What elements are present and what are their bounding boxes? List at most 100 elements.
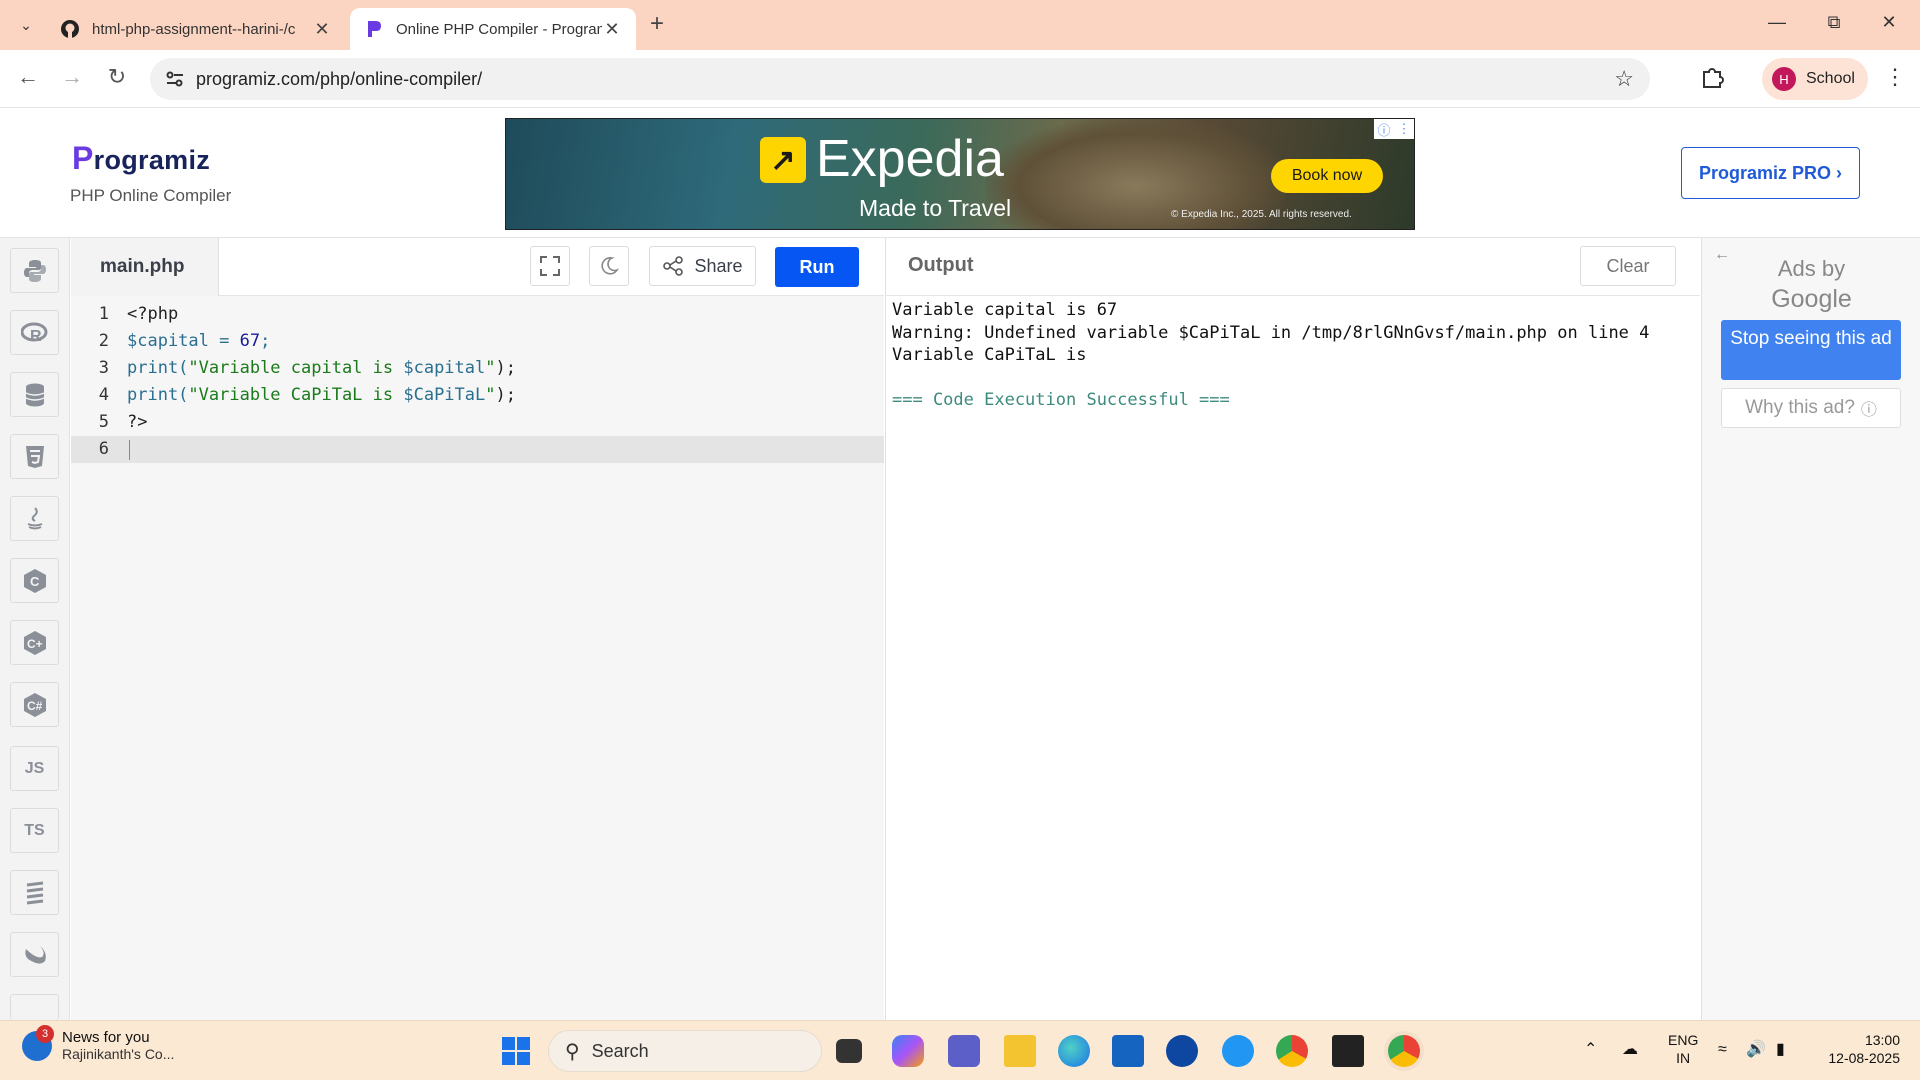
code-line[interactable]: 3 print("Variable capital is $capital"); xyxy=(71,355,884,382)
volume-icon[interactable]: 🔊 xyxy=(1746,1041,1766,1059)
text-caret xyxy=(129,440,130,460)
share-button[interactable]: Share xyxy=(649,246,756,286)
c-icon[interactable]: C xyxy=(10,558,59,603)
sql-database-icon[interactable] xyxy=(10,372,59,417)
svg-text:R: R xyxy=(30,328,42,344)
ad-choices[interactable]: ⓘ ⋮ xyxy=(1374,119,1414,139)
copilot-icon[interactable] xyxy=(892,1035,924,1067)
side-ad-panel: ← Ads by Google Stop seeing this ad Why … xyxy=(1701,238,1920,1020)
tab-title: html-php-assignment--harini-/c xyxy=(92,20,296,38)
svg-text:C+: C+ xyxy=(27,637,43,651)
chrome-profile-active-icon[interactable] xyxy=(1388,1035,1420,1067)
hp-icon[interactable] xyxy=(1166,1035,1198,1067)
code-line[interactable]: 6 xyxy=(71,436,884,463)
file-tab-main-php[interactable]: main.php xyxy=(71,238,219,296)
microsoft-store-icon[interactable] xyxy=(1112,1035,1144,1067)
dark-mode-moon-icon[interactable] xyxy=(589,246,629,286)
bookmark-star-icon[interactable]: ☆ xyxy=(1614,66,1634,92)
teams-icon[interactable] xyxy=(948,1035,980,1067)
windows-start-icon[interactable] xyxy=(500,1035,532,1067)
code-text: <?php xyxy=(127,301,178,328)
kotlin-icon[interactable] xyxy=(10,994,59,1020)
forward-arrow-icon[interactable]: → xyxy=(56,64,88,90)
output-title: Output xyxy=(908,254,974,276)
programiz-favicon-icon xyxy=(364,19,384,39)
github-icon xyxy=(60,19,80,39)
close-window-icon[interactable]: ✕ xyxy=(1866,12,1912,33)
close-tab-icon[interactable]: ✕ xyxy=(312,19,332,40)
ad-brand: Expedia xyxy=(816,130,1004,188)
info-icon: ⓘ xyxy=(1860,402,1877,419)
browser-tab-strip: ⌄ html-php-assignment--harini-/c ✕ Onlin… xyxy=(0,0,1920,50)
back-arrow-icon[interactable]: ← xyxy=(12,64,44,90)
rail-item-ts[interactable]: TS xyxy=(10,808,59,853)
code-line[interactable]: 1 <?php xyxy=(71,301,884,328)
go-icon[interactable] xyxy=(10,870,59,915)
language-indicator[interactable]: ENG IN xyxy=(1668,1031,1698,1067)
banner-ad[interactable]: ↗ Expedia Made to Travel Book now © Expe… xyxy=(505,118,1415,230)
code-line[interactable]: 2 $capital = 67; xyxy=(71,328,884,355)
clear-output-button[interactable]: Clear xyxy=(1580,246,1676,286)
reload-icon[interactable]: ↻ xyxy=(101,64,133,90)
programiz-pro-button[interactable]: Programiz PRO › xyxy=(1681,147,1860,199)
html5-icon[interactable] xyxy=(10,434,59,479)
fullscreen-icon[interactable] xyxy=(530,246,570,286)
wifi-icon[interactable]: ≈ xyxy=(1718,1041,1727,1059)
sticky-notes-icon[interactable] xyxy=(1332,1035,1364,1067)
support-assistant-icon[interactable] xyxy=(1222,1035,1254,1067)
restore-window-icon[interactable]: ⧉ xyxy=(1811,12,1857,33)
browser-menu-icon[interactable]: ⋮ xyxy=(1884,64,1906,90)
close-tab-icon[interactable]: ✕ xyxy=(602,19,622,40)
profile-chip[interactable]: H School xyxy=(1762,58,1868,100)
news-widget[interactable]: 3 News for you Rajinikanth's Co... xyxy=(22,1024,174,1062)
onedrive-cloud-icon[interactable]: ☁ xyxy=(1622,1041,1638,1059)
code-token: ); xyxy=(495,385,516,405)
minimize-window-icon[interactable]: — xyxy=(1754,12,1800,33)
code-token: " xyxy=(485,385,496,405)
address-bar[interactable]: programiz.com/php/online-compiler/ ☆ xyxy=(150,58,1650,100)
ad-book-now-button[interactable]: Book now xyxy=(1271,159,1383,193)
site-settings-icon[interactable] xyxy=(164,68,186,95)
new-tab-plus-icon[interactable]: + xyxy=(650,10,664,38)
cpp-icon[interactable]: C+ xyxy=(10,620,59,665)
language-sidebar: R C C+ C# JS TS xyxy=(0,238,70,1020)
code-editor[interactable]: 1 <?php 2 $capital = 67; 3 print("Variable ca… xyxy=(71,296,884,1020)
ad-copyright: © Expedia Inc., 2025. All rights reserve… xyxy=(1171,209,1352,220)
ad-info-icon[interactable]: ⓘ xyxy=(1377,120,1390,139)
browser-tab-github[interactable]: html-php-assignment--harini-/c ✕ xyxy=(46,8,346,50)
code-line[interactable]: 5 ?> xyxy=(71,409,884,436)
tab-search-chevron-icon[interactable]: ⌄ xyxy=(12,11,40,39)
line-number: 3 xyxy=(98,358,109,378)
code-line[interactable]: 4 print("Variable CaPiTaL is $CaPiTaL"); xyxy=(71,382,884,409)
run-button[interactable]: Run xyxy=(775,247,859,287)
task-view-icon[interactable] xyxy=(836,1039,862,1063)
show-hidden-icons-chevron-icon[interactable]: ⌃ xyxy=(1584,1041,1597,1059)
java-icon[interactable] xyxy=(10,496,59,541)
python-icon[interactable] xyxy=(10,248,59,293)
ad-options-icon[interactable]: ⋮ xyxy=(1397,121,1410,137)
browser-tab-programiz[interactable]: Online PHP Compiler - Program ✕ xyxy=(350,8,636,50)
execution-status: === Code Execution Successful === xyxy=(892,390,1230,410)
extensions-puzzle-icon[interactable] xyxy=(1700,64,1726,95)
r-icon[interactable]: R xyxy=(10,310,59,355)
chrome-icon[interactable] xyxy=(1276,1035,1308,1067)
share-icon xyxy=(663,256,684,276)
file-explorer-icon[interactable] xyxy=(1004,1035,1036,1067)
programiz-logo[interactable]: Programiz xyxy=(72,140,210,177)
csharp-icon[interactable]: C# xyxy=(10,682,59,727)
rail-item-js[interactable]: JS xyxy=(10,746,59,791)
stop-seeing-ad-button[interactable]: Stop seeing this ad xyxy=(1721,320,1901,380)
line-number: 5 xyxy=(98,412,109,432)
swift-icon[interactable] xyxy=(10,932,59,977)
tab-title: Online PHP Compiler - Program xyxy=(396,20,602,38)
why-this-ad-button[interactable]: Why this ad? ⓘ xyxy=(1721,388,1901,428)
output-console: Variable capital is 67 Warning: Undefined… xyxy=(885,296,1700,1020)
battery-icon[interactable]: ▮ xyxy=(1776,1041,1785,1059)
clock[interactable]: 13:00 12-08-2025 xyxy=(1810,1031,1900,1067)
line-number: 2 xyxy=(98,331,109,351)
output-header: Output Clear xyxy=(885,238,1700,296)
line-number: 1 xyxy=(98,304,109,324)
code-token: 67 xyxy=(239,331,261,351)
edge-icon[interactable] xyxy=(1058,1035,1090,1067)
taskbar-search-box[interactable]: ⚲ Search xyxy=(548,1030,822,1072)
